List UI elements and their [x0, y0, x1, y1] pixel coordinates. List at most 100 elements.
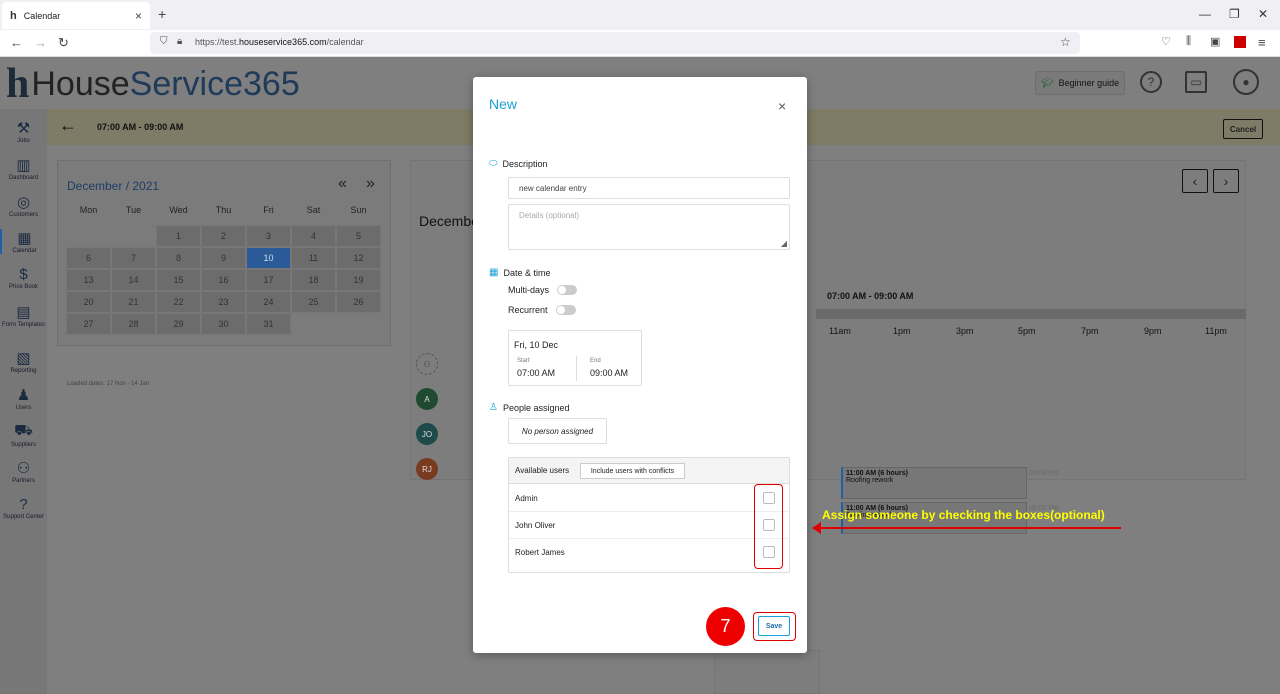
browser-tab-calendar[interactable]: h Calendar ×: [2, 2, 150, 29]
calendar-day[interactable]: 18: [291, 269, 336, 291]
end-time[interactable]: 09:00 AM: [590, 368, 628, 378]
calendar-day[interactable]: 5: [336, 225, 381, 247]
unassigned-avatar-icon: ⚇: [416, 353, 438, 375]
sidebar-item-partners[interactable]: ⚇ Partners: [0, 459, 47, 484]
sidebar-item-reporting[interactable]: ▧ Reporting: [0, 349, 47, 374]
next-month-icon[interactable]: »: [366, 175, 375, 193]
calendar-day[interactable]: 28: [111, 313, 156, 335]
calendar-day[interactable]: 8: [156, 247, 201, 269]
library-icon[interactable]: ⫼: [1186, 35, 1191, 48]
annotation-arrow-icon: [812, 522, 821, 534]
details-textarea[interactable]: Details (optional) ◢: [508, 204, 790, 250]
hour-label: 5pm: [1018, 326, 1036, 336]
weekday-header: Mon: [79, 205, 98, 215]
calendar-day[interactable]: 10: [246, 247, 291, 269]
calendar-day[interactable]: 15: [156, 269, 201, 291]
calendar-day[interactable]: 19: [336, 269, 381, 291]
sidebar-item-support-center[interactable]: ? Support Center: [0, 496, 47, 520]
calendar-day[interactable]: 31: [246, 313, 291, 335]
recurrent-toggle[interactable]: [555, 305, 576, 315]
weekday-header: Wed: [169, 205, 188, 215]
calendar-day[interactable]: 14: [111, 269, 156, 291]
help-icon[interactable]: ?: [1140, 71, 1162, 93]
schedule-prev-button[interactable]: ‹: [1182, 169, 1208, 193]
no-person-chip: No person assigned: [508, 418, 607, 444]
sidebar-item-users[interactable]: ♟ Users: [0, 386, 47, 411]
browser-tabbar: h Calendar × + — ❐ ✕: [0, 0, 1280, 30]
new-tab-icon[interactable]: +: [158, 6, 166, 22]
menu-icon[interactable]: ≡: [1258, 35, 1266, 50]
calendar-day[interactable]: 2: [201, 225, 246, 247]
calendar-day[interactable]: 12: [336, 247, 381, 269]
mini-calendar-title: December / 2021: [67, 179, 160, 193]
calendar-day[interactable]: 11: [291, 247, 336, 269]
sidebar-item-price-book[interactable]: $ Price Book: [0, 266, 47, 290]
weekday-header: Sun: [350, 205, 367, 215]
sidebar-toggle-icon[interactable]: ▣: [1210, 35, 1220, 48]
calendar-icon: ▦: [17, 230, 32, 247]
calendar-day[interactable]: 21: [111, 291, 156, 313]
calendar-day[interactable]: 30: [201, 313, 246, 335]
user-avatar-icon[interactable]: ●: [1233, 69, 1259, 95]
loaded-dates: Loaded dates: 17 Nov - 14 Jan: [67, 381, 150, 387]
folder-icon[interactable]: ▭: [1185, 71, 1207, 93]
prev-month-icon[interactable]: «: [338, 175, 347, 193]
calendar-day[interactable]: 25: [291, 291, 336, 313]
sidebar-item-form-templates[interactable]: ▤ Form Templates: [0, 303, 47, 328]
calendar-day[interactable]: 13: [66, 269, 111, 291]
calendar-day[interactable]: 6: [66, 247, 111, 269]
sidebar-item-suppliers[interactable]: ⛟ Suppliers: [0, 422, 47, 448]
reload-icon[interactable]: ↻: [58, 35, 69, 51]
calendar-day[interactable]: 27: [66, 313, 111, 335]
sidebar-item-jobs[interactable]: ⚒ Jobs: [0, 119, 47, 144]
start-time[interactable]: 07:00 AM: [517, 368, 555, 378]
beginner-guide-button[interactable]: 🎓︎ Beginner guide: [1035, 71, 1125, 95]
weekday-header: Tue: [125, 205, 142, 215]
maximize-icon[interactable]: ❐: [1229, 7, 1240, 21]
modal-close-icon[interactable]: ×: [778, 98, 786, 114]
back-arrow-icon[interactable]: ←: [10, 35, 23, 50]
calendar-day[interactable]: 26: [336, 291, 381, 313]
bookmark-star-icon[interactable]: ☆: [1060, 35, 1071, 49]
back-icon[interactable]: ←: [59, 115, 77, 136]
calendar-day[interactable]: 3: [246, 225, 291, 247]
schedule-next-button[interactable]: ›: [1213, 169, 1239, 193]
url-bar[interactable]: ⛉ 🔒︎ https://test.houseservice365.com/ca…: [150, 32, 1080, 54]
calendar-day[interactable]: 4: [291, 225, 336, 247]
available-users-list: Available users Include users with confl…: [508, 457, 790, 573]
checkbox-highlight: [754, 484, 783, 569]
window-close-icon[interactable]: ✕: [1258, 7, 1268, 21]
description-input[interactable]: new calendar entry: [508, 177, 790, 199]
user-row-admin: Admin: [509, 485, 789, 512]
calendar-day[interactable]: 1: [156, 225, 201, 247]
favicon-icon: h: [10, 9, 17, 22]
calendar-day[interactable]: 24: [246, 291, 291, 313]
calendar-day[interactable]: 17: [246, 269, 291, 291]
calendar-day[interactable]: 22: [156, 291, 201, 313]
calendar-event[interactable]: 11:00 AM (6 hours) Roofing rework: [841, 467, 1027, 499]
pocket-icon[interactable]: ♡: [1161, 35, 1171, 48]
calendar-day[interactable]: 23: [201, 291, 246, 313]
sidebar-item-dashboard[interactable]: ▥ Dashboard: [0, 156, 47, 181]
date-time-picker[interactable]: Fri, 10 Dec Start 07:00 AM End 09:00 AM: [508, 330, 642, 386]
resize-grip-icon[interactable]: ◢: [781, 239, 787, 248]
calendar-day[interactable]: 29: [156, 313, 201, 335]
schedule-range: 07:00 AM - 09:00 AM: [827, 291, 914, 301]
sidebar-item-calendar[interactable]: ▦ Calendar: [0, 229, 47, 254]
hour-label: 1pm: [893, 326, 911, 336]
extension-icon[interactable]: [1234, 36, 1246, 48]
sidebar-item-customers[interactable]: ◎ Customers: [0, 193, 47, 218]
tab-close-icon[interactable]: ×: [135, 9, 142, 23]
start-label: Start: [517, 358, 530, 364]
annotation-arrow-line: [819, 527, 1121, 529]
include-conflicts-button[interactable]: Include users with conflicts: [580, 463, 685, 479]
calendar-day[interactable]: 9: [201, 247, 246, 269]
minimize-icon[interactable]: —: [1199, 7, 1211, 21]
calendar-check-icon: ▦: [489, 267, 499, 278]
forward-arrow-icon[interactable]: →: [34, 35, 47, 50]
multidays-toggle[interactable]: [557, 285, 578, 295]
calendar-day[interactable]: 20: [66, 291, 111, 313]
calendar-day[interactable]: 7: [111, 247, 156, 269]
cancel-button[interactable]: Cancel: [1223, 119, 1263, 139]
calendar-day[interactable]: 16: [201, 269, 246, 291]
